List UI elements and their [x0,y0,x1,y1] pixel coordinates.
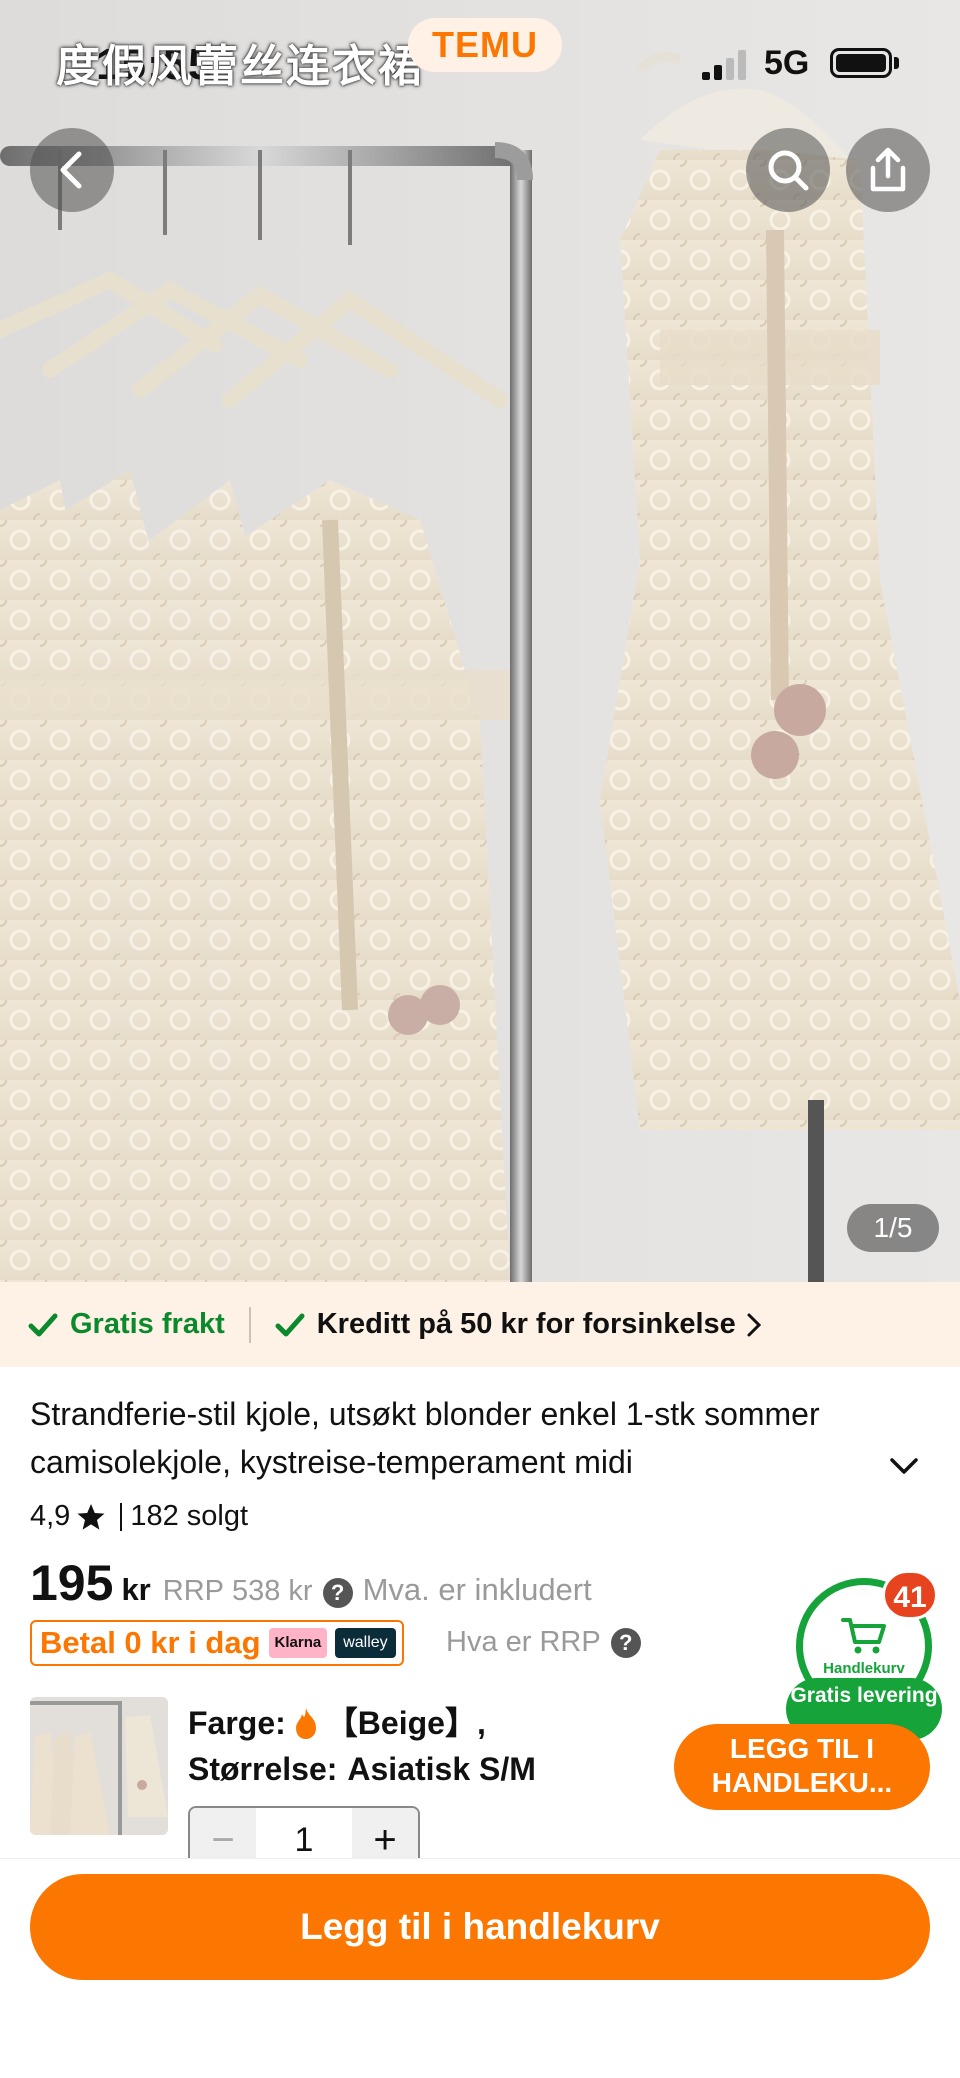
size-value: Asiatisk S/M [347,1751,536,1787]
variant-selector[interactable]: Farge: 【Beige】, Størrelse: Asiatisk S/M [188,1700,536,1792]
rating-value: 4,9 [30,1500,71,1532]
shopping-cart-icon [841,1617,886,1653]
signal-icon [702,50,746,80]
color-label: Farge: [188,1705,286,1741]
pay-later-banner[interactable]: Betal 0 kr i dag Klarna walley [30,1620,404,1666]
rating-row[interactable]: 4,9 182 solgt [30,1500,248,1533]
rating-divider [120,1502,123,1531]
share-button[interactable] [846,128,930,212]
add-to-cart-button[interactable]: Legg til i handlekurv [30,1874,930,1980]
image-overlay-title: 度假风蕾丝连衣裙 [56,42,424,91]
pay-later-label: Betal 0 kr i dag [40,1625,261,1660]
walley-logo: walley [335,1628,396,1658]
color-value: 【Beige】, [325,1705,486,1741]
variant-thumbnail[interactable] [30,1697,168,1835]
temu-brand-badge: TEMU [408,18,562,72]
check-icon [28,1313,58,1336]
search-button[interactable] [746,128,830,212]
image-counter: 1/5 [847,1204,939,1252]
current-price: 195 [30,1555,114,1611]
back-arrow-icon [60,151,82,189]
product-title[interactable]: Strandferie-stil kjole, utsøkt blonder e… [30,1390,880,1486]
rrp-question-link[interactable]: Hva er RRP ? [446,1626,641,1659]
klarna-logo: Klarna [268,1628,328,1658]
shipping-promo-bar[interactable]: Gratis frakt Kreditt på 50 kr for forsin… [0,1282,960,1367]
help-icon[interactable]: ? [322,1578,353,1608]
product-image-gallery[interactable]: 15:55 度假风蕾丝连衣裙 TEMU 5G 1/5 [0,0,960,1282]
variant-thumbnail-image [30,1697,168,1835]
size-label: Størrelse: [188,1751,338,1787]
free-shipping: Gratis frakt [28,1308,225,1341]
help-icon: ? [610,1627,641,1658]
chevron-down-icon[interactable] [886,1448,922,1484]
chevron-right-icon [747,1313,761,1336]
check-icon [275,1313,305,1336]
flame-icon [295,1708,316,1739]
promo-divider [248,1306,251,1343]
star-icon [77,1503,105,1530]
free-shipping-label: Gratis frakt [70,1308,225,1340]
price-currency: kr [121,1572,151,1607]
network-type: 5G [764,44,810,82]
battery-icon [830,48,892,78]
cart-count-badge: 41 [882,1570,938,1620]
rrp-label: RRP [162,1575,224,1607]
add-to-cart-small-button[interactable]: LEGG TIL I HANDLEKU... [674,1724,930,1810]
sold-count: 182 solgt [130,1500,249,1532]
vat-note: Mva. er inkludert [362,1572,592,1607]
delay-credit-link[interactable]: Kreditt på 50 kr for forsinkelse [275,1308,762,1341]
battery-tip [894,57,899,69]
price-row: 195 kr RRP 538 kr ? Mva. er inkludert [30,1554,592,1612]
rrp-question-label: Hva er RRP [446,1626,601,1658]
cart-label: Handlekurv [823,1659,905,1677]
delay-credit-label: Kreditt på 50 kr for forsinkelse [316,1308,736,1340]
rrp-price: 538 kr [231,1575,313,1607]
status-bar: 15:55 度假风蕾丝连衣裙 TEMU 5G [0,0,960,120]
back-button[interactable] [30,128,114,212]
share-icon [870,147,906,192]
search-icon [768,150,809,191]
